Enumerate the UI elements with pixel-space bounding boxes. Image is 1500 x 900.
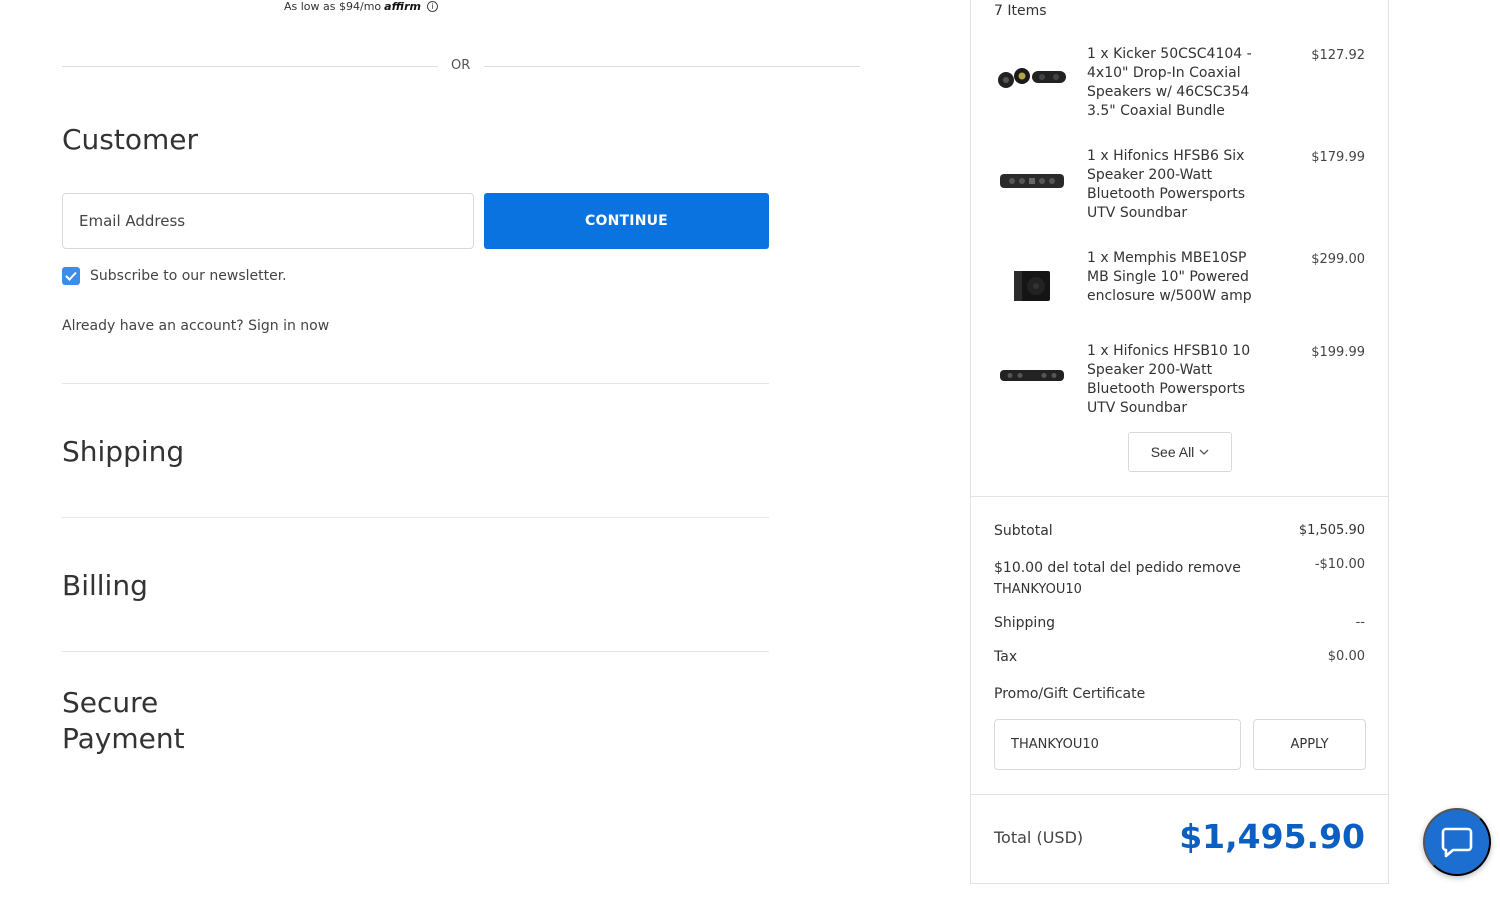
speaker-bundle-thumbnail: [991, 53, 1073, 103]
sign-in-link[interactable]: Sign in now: [248, 318, 329, 334]
soundbar-thumbnail: [991, 350, 1073, 400]
or-divider: OR: [62, 58, 860, 74]
see-all-label: See All: [1150, 444, 1195, 460]
info-circle-icon[interactable]: i: [426, 1, 438, 12]
newsletter-checkbox[interactable]: [62, 267, 80, 285]
total-value: $1,495.90: [1179, 817, 1365, 856]
divider-line-left: [62, 66, 438, 67]
payment-section-title: Secure Payment: [62, 685, 185, 757]
newsletter-label: Subscribe to our newsletter.: [90, 268, 287, 284]
shipping-value: --: [1355, 615, 1365, 630]
cart-item-name: 1 x Hifonics HFSB6 Six Speaker 200-Watt …: [1087, 148, 1246, 221]
shipping-label: Shipping: [994, 615, 1056, 631]
see-all-button[interactable]: See All: [1128, 432, 1232, 472]
summary-divider: [971, 496, 1388, 497]
soundbar-thumbnail: [991, 155, 1073, 205]
shipping-section-title: Shipping: [62, 435, 185, 468]
subtotal-label: Subtotal: [994, 523, 1053, 539]
cart-item-name: 1 x Kicker 50CSC4104 - 4x10" Drop-In Coa…: [1087, 46, 1252, 119]
account-prompt: Already have an account? Sign in now: [62, 318, 329, 334]
total-label: Total (USD): [994, 828, 1084, 847]
section-divider: [62, 651, 769, 652]
cart-item-price: $179.99: [1311, 150, 1365, 165]
payment-title-line2: Payment: [62, 722, 185, 755]
affirm-logo: affirm: [384, 0, 421, 13]
continue-button[interactable]: CONTINUE: [484, 193, 769, 249]
tax-row: Tax $0.00: [994, 649, 1365, 665]
subtotal-row: Subtotal $1,505.90: [994, 523, 1365, 539]
cart-item-name: 1 x Memphis MBE10SP MB Single 10" Powere…: [1087, 250, 1252, 304]
apply-button[interactable]: APPLY: [1253, 719, 1366, 770]
discount-label: $10.00 del total del pedido remove: [994, 560, 1241, 576]
promo-label: Promo/Gift Certificate: [994, 686, 1146, 702]
promo-code-input[interactable]: [994, 719, 1241, 770]
affirm-financing-line[interactable]: As low as $94/mo affirm i: [284, 0, 438, 13]
section-divider: [62, 383, 769, 384]
divider-line-right: [484, 66, 860, 67]
checkmark-icon: [65, 271, 77, 281]
newsletter-option[interactable]: Subscribe to our newsletter.: [62, 267, 287, 285]
cart-item-price: $199.99: [1311, 345, 1365, 360]
discount-value: -$10.00: [1314, 557, 1365, 572]
cart-item-name: 1 x Hifonics HFSB10 10 Speaker 200-Watt …: [1087, 343, 1251, 416]
payment-title-line1: Secure: [62, 686, 159, 719]
order-summary: 7 Items 1 x Kicker 50CSC4104 - 4x10" Dro…: [970, 0, 1389, 884]
tax-label: Tax: [994, 649, 1018, 665]
chat-bubble-icon: [1441, 827, 1473, 858]
tax-value: $0.00: [1327, 649, 1365, 664]
chat-button[interactable]: [1423, 808, 1491, 876]
billing-section-title: Billing: [62, 569, 148, 602]
financing-text: As low as $94/mo: [284, 0, 382, 13]
chevron-down-icon: [1199, 449, 1209, 455]
subwoofer-box-thumbnail: [991, 261, 1073, 311]
or-label: OR: [451, 58, 471, 73]
discount-code: THANKYOU10: [994, 582, 1082, 597]
subtotal-value: $1,505.90: [1298, 523, 1365, 538]
section-divider: [62, 517, 769, 518]
account-prompt-text: Already have an account?: [62, 318, 244, 334]
discount-row: $10.00 del total del pedido remove THANK…: [994, 557, 1365, 601]
items-count: 7 Items: [994, 3, 1047, 19]
email-field[interactable]: [62, 193, 474, 249]
cart-item-price: $127.92: [1311, 48, 1365, 63]
summary-divider: [971, 794, 1388, 795]
shipping-row: Shipping --: [994, 615, 1365, 631]
customer-section-title: Customer: [62, 123, 199, 156]
cart-item-price: $299.00: [1311, 252, 1365, 267]
